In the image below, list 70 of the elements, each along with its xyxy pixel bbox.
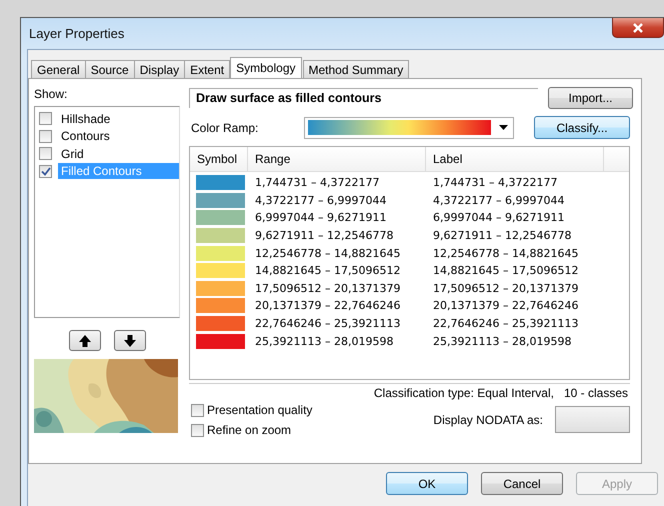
tab[interactable]: Symbology [230, 57, 302, 78]
column-header[interactable]: Symbol [190, 147, 248, 171]
checkbox[interactable] [191, 404, 204, 416]
checkbox[interactable] [191, 424, 204, 436]
symbol-swatch[interactable] [196, 334, 245, 349]
range-cell-text: 20,1371379 – 22,7646246 [254, 299, 402, 312]
nodata-label: Display NODATA as: [433, 412, 543, 426]
renderer-title: Draw surface as filled contours [189, 88, 538, 108]
classify-button[interactable]: Classify... [534, 116, 630, 139]
option-label: Presentation quality [207, 403, 312, 417]
layer-list[interactable]: Hillshade Contours Grid Filled Contours [34, 106, 180, 318]
symbol-swatch[interactable] [196, 228, 245, 244]
range-cell-text: 6,9997044 – 9,6271911 [254, 211, 388, 224]
caret-icon [499, 125, 508, 130]
checkbox[interactable] [39, 112, 52, 126]
label-cell-text: 14,8821645 – 17,5096512 [432, 264, 580, 278]
tab[interactable]: Display [134, 60, 186, 78]
range-cell-text: 22,7646246 – 25,3921113 [254, 317, 402, 330]
symbol-swatch[interactable] [196, 263, 245, 278]
symbol-swatch[interactable] [196, 316, 245, 332]
symbol-swatch[interactable] [196, 280, 245, 296]
column-header[interactable]: Range [248, 147, 426, 171]
close-button[interactable] [612, 18, 664, 38]
label-cell-text: 9,6271911 – 12,2546778 [432, 229, 572, 242]
move-up-button[interactable] [68, 330, 100, 351]
import-button[interactable]: Import... [548, 87, 633, 109]
column-header[interactable]: Label [426, 147, 604, 171]
label-cell-text: 12,2546778 – 14,8821645 [432, 246, 580, 260]
label-cell-text: 17,5096512 – 20,1371379 [432, 282, 580, 295]
symbol-swatch[interactable] [196, 298, 245, 314]
close-icon [632, 22, 644, 32]
window-title: Layer Properties [29, 26, 124, 41]
label-cell-text: 22,7646246 – 25,3921113 [432, 317, 580, 330]
range-cell-text: 1,744731 – 4,3722177 [254, 176, 380, 190]
label-cell-text: 4,3722177 – 6,9997044 [432, 194, 566, 207]
symbol-swatch[interactable] [196, 192, 245, 208]
checkbox[interactable] [39, 164, 52, 178]
dialog-button[interactable]: Cancel [481, 472, 563, 495]
range-cell-text: 4,3722177 – 6,9997044 [254, 194, 388, 207]
checkbox[interactable] [39, 130, 52, 143]
layer-item[interactable]: Grid [58, 146, 179, 162]
color-ramp-label: Color Ramp: [190, 120, 260, 134]
tab[interactable]: Source [84, 60, 135, 78]
option-label: Refine on zoom [207, 423, 292, 437]
tab[interactable]: General [31, 60, 86, 78]
nodata-color-button[interactable] [555, 406, 630, 433]
dialog-button[interactable]: OK [386, 472, 468, 495]
down-arrow-icon [122, 334, 136, 348]
label-cell-text: 6,9997044 – 9,6271911 [432, 211, 566, 224]
symbol-swatch[interactable] [196, 175, 245, 190]
layer-item[interactable]: Contours [58, 128, 179, 144]
show-label: Show: [34, 87, 68, 103]
label-cell-text: 25,3921113 – 28,019598 [432, 334, 572, 348]
range-cell-text: 9,6271911 – 12,2546778 [254, 229, 394, 242]
checkbox[interactable] [39, 147, 52, 160]
layer-item[interactable]: Hillshade [58, 110, 179, 127]
range-cell-text: 14,8821645 – 17,5096512 [254, 264, 402, 278]
classification-info: Classification type: Equal Interval, 10 - classes [189, 383, 630, 399]
symbol-swatch[interactable] [196, 246, 245, 261]
color-ramp-dropdown[interactable] [304, 116, 514, 138]
range-cell-text: 17,5096512 – 20,1371379 [254, 282, 402, 295]
range-cell-text: 25,3921113 – 28,019598 [254, 334, 394, 348]
tab[interactable]: Extent [184, 60, 230, 78]
move-down-button[interactable] [114, 330, 146, 351]
tab[interactable]: Method Summary [302, 60, 410, 78]
label-cell-text: 1,744731 – 4,3722177 [432, 176, 558, 190]
label-cell-text: 20,1371379 – 22,7646246 [432, 299, 580, 312]
range-cell-text: 12,2546778 – 14,8821645 [254, 246, 402, 260]
up-arrow-icon [78, 334, 92, 348]
symbol-swatch[interactable] [196, 210, 245, 226]
